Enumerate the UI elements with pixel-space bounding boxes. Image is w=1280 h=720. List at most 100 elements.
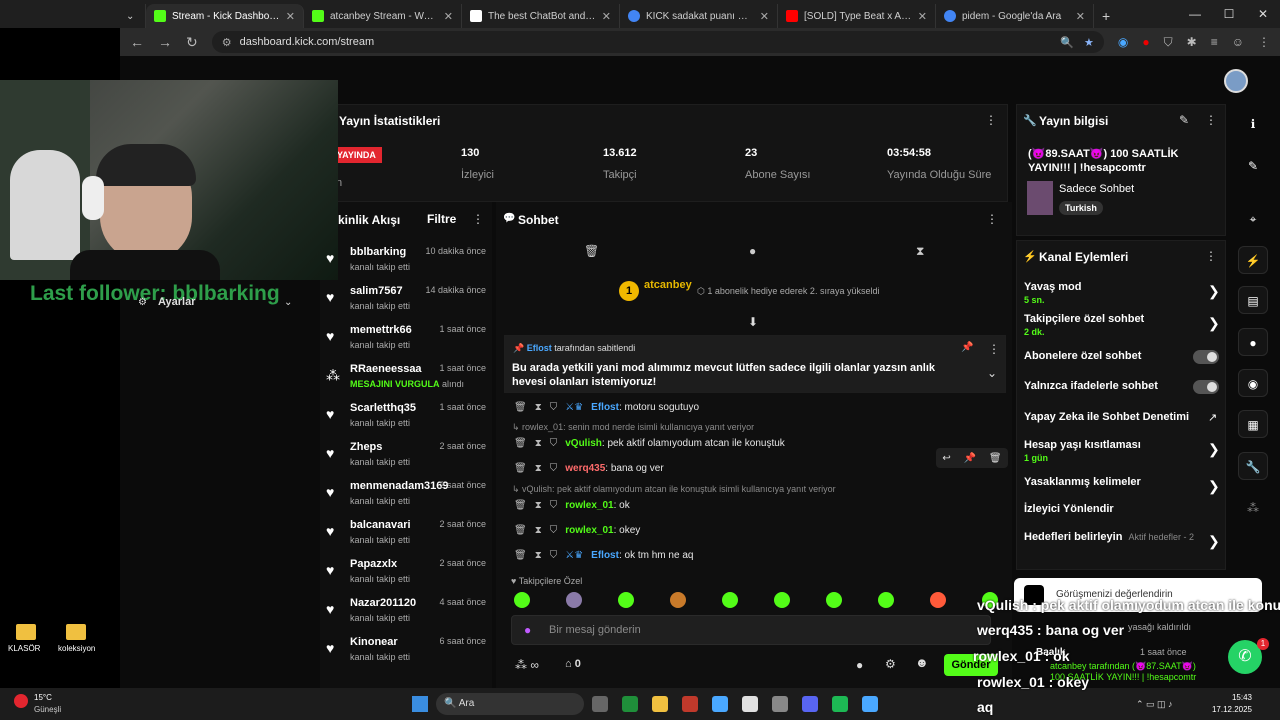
pencil-icon[interactable]: ✎ bbox=[1238, 152, 1268, 180]
hourglass-icon[interactable]: ⧗ bbox=[916, 244, 924, 259]
activity-item[interactable]: ♥ Scarletthq35 kanalı takip etti 1 saat önc… bbox=[324, 398, 490, 437]
maximize-icon[interactable]: ☐ bbox=[1212, 0, 1246, 28]
chevron-right-icon[interactable]: ❯ bbox=[1208, 315, 1220, 332]
activity-user[interactable]: salim7567 bbox=[350, 285, 403, 297]
hourglass-icon[interactable]: ⧗ bbox=[535, 500, 542, 511]
spotify-icon[interactable] bbox=[832, 696, 848, 712]
chevron-right-icon[interactable]: ❯ bbox=[1208, 533, 1220, 550]
chat-username[interactable]: rowlex_01 bbox=[565, 525, 613, 536]
channel-action-item[interactable]: Yalnızca ifadelerle sohbet bbox=[1024, 380, 1158, 392]
gift-user[interactable]: atcanbey bbox=[644, 279, 692, 291]
activity-item[interactable]: ♥ Papazxlx kanalı takip etti 2 saat önce bbox=[324, 554, 490, 593]
activity-item[interactable]: ♥ Zheps kanalı takip etti 2 saat önce bbox=[324, 437, 490, 476]
tab-youtube[interactable]: [SOLD] Type Beat x AFRO Type✕ bbox=[778, 4, 936, 28]
close-icon[interactable]: ✕ bbox=[444, 10, 453, 23]
chat-message[interactable]: 🗑 ⧗ ⛉ rowlex_01: okey bbox=[514, 525, 640, 536]
layout-icon[interactable]: ▦ bbox=[1238, 410, 1268, 438]
channel-action-item[interactable]: İzleyici Yönlendir bbox=[1024, 503, 1114, 515]
emote-icon[interactable] bbox=[826, 592, 842, 608]
zoom-icon[interactable]: 🔍 bbox=[1060, 36, 1074, 49]
emote-icon[interactable] bbox=[566, 592, 582, 608]
tab-menu[interactable]: ⌄ bbox=[120, 4, 146, 28]
wrench-icon[interactable]: 🔧 bbox=[1238, 452, 1268, 480]
activity-user[interactable]: Papazxlx bbox=[350, 558, 397, 570]
hourglass-icon[interactable]: ⧗ bbox=[535, 438, 542, 449]
activity-user[interactable]: Scarletthq35 bbox=[350, 402, 416, 414]
emote-icon[interactable] bbox=[618, 592, 634, 608]
edit-icon[interactable]: ✎ bbox=[1179, 113, 1189, 127]
tab-watch-live[interactable]: atcanbey Stream - Watch Live o✕ bbox=[304, 4, 462, 28]
steam-icon[interactable] bbox=[712, 696, 728, 712]
tab-google-pidem[interactable]: pidem - Google'da Ara ✕ bbox=[936, 4, 1094, 28]
close-icon[interactable]: ✕ bbox=[918, 10, 927, 23]
chat-message[interactable]: 🗑 ⧗ ⛉ ⚔♛ Eflost: motoru sogutuyo bbox=[514, 402, 699, 413]
trash-icon[interactable]: 🗑 bbox=[514, 402, 527, 413]
tab-google-kick[interactable]: KİCK sadakat puanı mute - Goo✕ bbox=[620, 4, 778, 28]
windows-start-icon[interactable] bbox=[412, 696, 428, 712]
star-icon[interactable]: ★ bbox=[1084, 36, 1094, 49]
chat-bubble-icon[interactable]: ● bbox=[749, 244, 756, 258]
tab-kick-dashboard[interactable]: Stream - Kick Dashboard ✕ bbox=[146, 4, 304, 28]
category-name[interactable]: Sadece Sohbet bbox=[1059, 183, 1134, 195]
activity-item[interactable]: ♥ salim7567 kanalı takip etti 14 dakika önc… bbox=[324, 281, 490, 320]
activity-item[interactable]: ♥ balcanavari kanalı takip etti 2 saat önce bbox=[324, 515, 490, 554]
chat-input[interactable]: ● Bir mesaj gönderin bbox=[511, 615, 991, 645]
gear-icon[interactable]: ⚙ bbox=[885, 657, 896, 671]
chat-users-icon[interactable]: ● bbox=[856, 658, 863, 672]
scroll-down-icon[interactable]: ⬇ bbox=[748, 315, 758, 329]
channel-action-item[interactable]: Takipçilere özel sohbet 2 dk. bbox=[1024, 313, 1144, 337]
trash-icon[interactable]: 🗑 bbox=[514, 550, 527, 561]
chat-message[interactable]: 🗑 ⧗ ⛉ werq435: bana og ver bbox=[514, 463, 664, 474]
channel-action-item[interactable]: Yapay Zeka ile Sohbet Denetimi bbox=[1024, 411, 1189, 423]
more-icon[interactable]: ⋮ bbox=[1258, 35, 1270, 50]
minimize-icon[interactable]: — bbox=[1178, 0, 1212, 28]
emote-icon[interactable] bbox=[670, 592, 686, 608]
points-counter[interactable]: ⌂ 0 bbox=[565, 658, 581, 670]
chrome-icon[interactable] bbox=[742, 696, 758, 712]
hourglass-icon[interactable]: ⧗ bbox=[535, 463, 542, 474]
close-icon[interactable]: ✕ bbox=[760, 10, 769, 23]
activity-user[interactable]: bblbarking bbox=[350, 246, 406, 258]
unpin-icon[interactable]: 📌 bbox=[961, 342, 973, 353]
emote-picker-icon[interactable]: ☻ bbox=[915, 655, 929, 670]
pin-icon[interactable]: 📌 bbox=[964, 453, 976, 464]
chat-username[interactable]: Eflost bbox=[591, 402, 619, 413]
activity-user[interactable]: RRaeneessaa bbox=[350, 363, 422, 375]
taskbar-search[interactable]: 🔍 Ara bbox=[436, 693, 584, 715]
trash-icon[interactable]: 🗑 bbox=[989, 453, 1002, 464]
channel-action-item[interactable]: Yavaş mod 5 sn. bbox=[1024, 281, 1081, 305]
chat-username[interactable]: Eflost bbox=[591, 550, 619, 561]
more-icon[interactable]: ⋮ bbox=[985, 113, 997, 127]
activity-item[interactable]: ♥ menmenadam3169 kanalı takip etti 2 saat ö… bbox=[324, 476, 490, 515]
close-icon[interactable]: ✕ bbox=[1076, 10, 1085, 23]
toggle-switch[interactable] bbox=[1193, 380, 1219, 394]
chat-message[interactable]: 🗑 ⧗ ⛉ vQulish: pek aktif olamıyodum atcan i… bbox=[514, 438, 785, 449]
activity-user[interactable]: memettrk66 bbox=[350, 324, 412, 336]
activity-item[interactable]: ♥ Nazar201120 kanalı takip etti 4 saat önce bbox=[324, 593, 490, 632]
trash-icon[interactable]: 🗑 bbox=[514, 500, 527, 511]
trash-icon[interactable]: 🗑 bbox=[584, 244, 599, 258]
activity-item[interactable]: ♥ Kinonear kanalı takip etti 6 saat önce bbox=[324, 632, 490, 671]
extensions-icon[interactable]: ⁂ bbox=[1238, 494, 1268, 522]
hourglass-icon[interactable]: ⧗ bbox=[535, 402, 542, 413]
activity-user[interactable]: Zheps bbox=[350, 441, 382, 453]
chat-username[interactable]: rowlex_01 bbox=[565, 500, 613, 511]
more-icon[interactable]: ⋮ bbox=[1205, 113, 1217, 127]
external-link-icon[interactable]: ↗ bbox=[1208, 411, 1217, 424]
chat-message[interactable]: 🗑 ⧗ ⛉ ⚔♛ Eflost: ok tm hm ne aq bbox=[514, 550, 693, 561]
avatar[interactable] bbox=[1224, 69, 1248, 93]
back-icon[interactable]: ← bbox=[130, 34, 144, 50]
url-field[interactable]: ⚙ dashboard.kick.com/stream 🔍 ★ bbox=[211, 31, 1104, 53]
emote-icon[interactable] bbox=[878, 592, 894, 608]
extension-icon[interactable]: ◉ bbox=[1118, 35, 1128, 50]
lightning-icon[interactable]: ⚡ bbox=[1238, 246, 1268, 274]
chevron-right-icon[interactable]: ❯ bbox=[1208, 478, 1220, 495]
more-icon[interactable]: ⋮ bbox=[988, 342, 1000, 356]
filter-button[interactable]: Filtre bbox=[427, 212, 456, 226]
hourglass-icon[interactable]: ⧗ bbox=[535, 525, 542, 536]
file-explorer-icon[interactable] bbox=[652, 696, 668, 712]
site-info-icon[interactable]: ⚙ bbox=[222, 36, 232, 49]
activity-item[interactable]: ⁂ RRaeneessaa MESAJINI VURGULA alındı 1 saa… bbox=[324, 359, 490, 398]
chat-username[interactable]: vQulish bbox=[565, 438, 602, 449]
reload-icon[interactable]: ↻ bbox=[186, 34, 198, 51]
